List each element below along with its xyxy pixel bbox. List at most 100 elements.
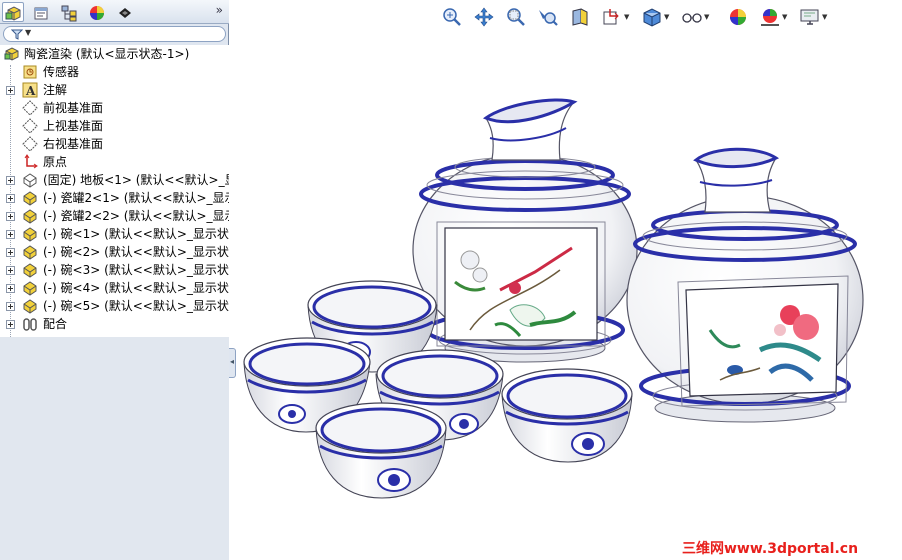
chevron-down-icon[interactable]: ▼ xyxy=(704,13,709,21)
expand-toggle[interactable] xyxy=(6,248,15,257)
tree-item-bowl-5[interactable]: (-) 碗<5> (默认<<默认>_显示状态 xyxy=(0,297,229,315)
tree-item-label: (-) 瓷罐2<1> (默认<<默认>_显示状 xyxy=(43,191,229,205)
more-tabs-button[interactable]: » xyxy=(216,3,223,17)
tree-item-label: (-) 碗<4> (默认<<默认>_显示状态 xyxy=(43,281,229,295)
tree-item-floor[interactable]: (固定) 地板<1> (默认<<默认>_显示 xyxy=(0,171,229,189)
plane-icon xyxy=(22,118,38,134)
tree-item-label: (-) 碗<1> (默认<<默认>_显示状态 xyxy=(43,227,229,241)
part-icon xyxy=(22,280,38,296)
section-view-icon xyxy=(572,8,588,26)
previous-view-button[interactable] xyxy=(536,4,560,30)
part-icon xyxy=(22,262,38,278)
previous-view-icon xyxy=(539,10,558,26)
tab-configuration-manager[interactable] xyxy=(57,2,79,22)
porcelain-bowl-5[interactable] xyxy=(315,402,447,499)
panel-empty-area xyxy=(0,337,229,560)
tab-display-manager[interactable] xyxy=(85,2,107,22)
chevron-down-icon[interactable]: ▼ xyxy=(624,13,629,21)
expand-toggle[interactable] xyxy=(6,194,15,203)
tree-item-label: (固定) 地板<1> (默认<<默认>_显示 xyxy=(43,173,229,187)
view-settings-button[interactable] xyxy=(798,4,822,30)
part-icon xyxy=(22,244,38,260)
expand-toggle[interactable] xyxy=(6,230,15,239)
tree-root[interactable]: 陶瓷渲染 (默认<显示状态-1>) xyxy=(0,45,229,63)
tree-item-top-plane[interactable]: 上视基准面 xyxy=(0,117,229,135)
expand-toggle[interactable] xyxy=(6,266,15,275)
zoom-area-icon xyxy=(507,8,525,26)
tree-item-bowl-3[interactable]: (-) 碗<3> (默认<<默认>_显示状态 xyxy=(0,261,229,279)
origin-icon xyxy=(22,154,38,170)
configuration-icon xyxy=(61,5,77,22)
tree-item-right-plane[interactable]: 右视基准面 xyxy=(0,135,229,153)
part-icon xyxy=(22,190,38,206)
tree-item-label: 右视基准面 xyxy=(43,137,104,151)
annotation-icon: A xyxy=(22,82,38,98)
tree-item-annotations[interactable]: A 注解 xyxy=(0,81,229,99)
chevron-down-icon[interactable]: ▼ xyxy=(782,13,787,21)
assembly-icon xyxy=(5,6,21,21)
render-icon xyxy=(119,8,131,18)
monitor-icon xyxy=(800,9,819,25)
tree-item-mates[interactable]: 配合 xyxy=(0,315,229,333)
chevron-down-icon: ▼ xyxy=(25,28,32,37)
expand-toggle[interactable] xyxy=(6,86,15,95)
tree-filter[interactable]: ▼ xyxy=(3,26,226,42)
filter-icon xyxy=(11,29,23,40)
tree-item-bowl-4[interactable]: (-) 碗<4> (默认<<默认>_显示状态 xyxy=(0,279,229,297)
zoom-area-button[interactable] xyxy=(504,4,528,30)
tree-item-sensors[interactable]: 传感器 xyxy=(0,63,229,81)
zoom-to-fit-button[interactable] xyxy=(440,4,464,30)
tab-render-manager[interactable] xyxy=(113,2,135,22)
sensor-icon xyxy=(22,64,38,80)
tree-item-label: (-) 碗<5> (默认<<默认>_显示状态 xyxy=(43,299,229,313)
edit-appearance-button[interactable] xyxy=(726,4,750,30)
tree-item-label: 注解 xyxy=(43,83,68,97)
expand-toggle[interactable] xyxy=(6,176,15,185)
porcelain-bowl-4[interactable] xyxy=(501,368,633,463)
graphics-viewport[interactable] xyxy=(236,30,902,560)
expand-toggle[interactable] xyxy=(6,302,15,311)
tree-item-front-plane[interactable]: 前视基准面 xyxy=(0,99,229,117)
part-icon xyxy=(22,172,38,188)
plane-icon xyxy=(22,100,38,116)
tree-item-label: (-) 瓷罐2<2> (默认<<默认>_显示状 xyxy=(43,209,229,223)
expand-toggle[interactable] xyxy=(6,284,15,293)
tree-item-label: 传感器 xyxy=(43,65,80,79)
display-style-icon xyxy=(643,8,661,27)
tree-item-bowl-2[interactable]: (-) 碗<2> (默认<<默认>_显示状态 xyxy=(0,243,229,261)
tree-item-jar-2[interactable]: (-) 瓷罐2<2> (默认<<默认>_显示状 xyxy=(0,207,229,225)
tree-item-label: 上视基准面 xyxy=(43,119,104,133)
tree-item-label: (-) 碗<2> (默认<<默认>_显示状态 xyxy=(43,245,229,259)
chevron-down-icon[interactable]: ▼ xyxy=(664,13,669,21)
tab-feature-manager[interactable] xyxy=(2,2,24,22)
view-orientation-icon xyxy=(603,9,619,25)
section-view-button[interactable] xyxy=(568,4,592,30)
panel-collapse-handle[interactable]: ◂ xyxy=(229,348,236,378)
plane-icon xyxy=(22,136,38,152)
hide-show-items-button[interactable] xyxy=(680,4,704,30)
view-orientation-button[interactable] xyxy=(600,4,624,30)
tree-item-label: 前视基准面 xyxy=(43,101,104,115)
part-icon xyxy=(22,208,38,224)
solidworks-window: { "tree": { "root_label": "陶瓷渲染 (默认<显示状态… xyxy=(0,0,902,560)
tree-item-origin[interactable]: 原点 xyxy=(0,153,229,171)
panel-tab-bar: » xyxy=(0,0,229,24)
expand-toggle[interactable] xyxy=(6,212,15,221)
feature-tree: 陶瓷渲染 (默认<显示状态-1>) 传感器 A 注解 前视基准面 上视基准面 右… xyxy=(0,45,229,337)
porcelain-jar-1[interactable] xyxy=(412,98,638,363)
mates-icon xyxy=(22,316,38,332)
zoom-fit-icon xyxy=(443,8,461,26)
hide-show-icon xyxy=(682,13,702,23)
feature-manager-panel: » ▼ 陶瓷渲染 (默认<显示状态-1>) 传感器 A 注解 前视基准面 上视基… xyxy=(0,0,229,560)
porcelain-jar-2[interactable] xyxy=(626,147,864,423)
pan-button[interactable] xyxy=(472,4,496,30)
tab-property-manager[interactable] xyxy=(29,2,51,22)
tree-item-jar-1[interactable]: (-) 瓷罐2<1> (默认<<默认>_显示状 xyxy=(0,189,229,207)
tree-item-bowl-1[interactable]: (-) 碗<1> (默认<<默认>_显示状态 xyxy=(0,225,229,243)
tree-root-label: 陶瓷渲染 (默认<显示状态-1>) xyxy=(24,47,190,61)
chevron-down-icon[interactable]: ▼ xyxy=(822,13,827,21)
display-style-button[interactable] xyxy=(640,4,664,30)
apply-scene-button[interactable] xyxy=(758,4,782,30)
expand-toggle[interactable] xyxy=(6,320,15,329)
property-icon xyxy=(34,7,48,20)
